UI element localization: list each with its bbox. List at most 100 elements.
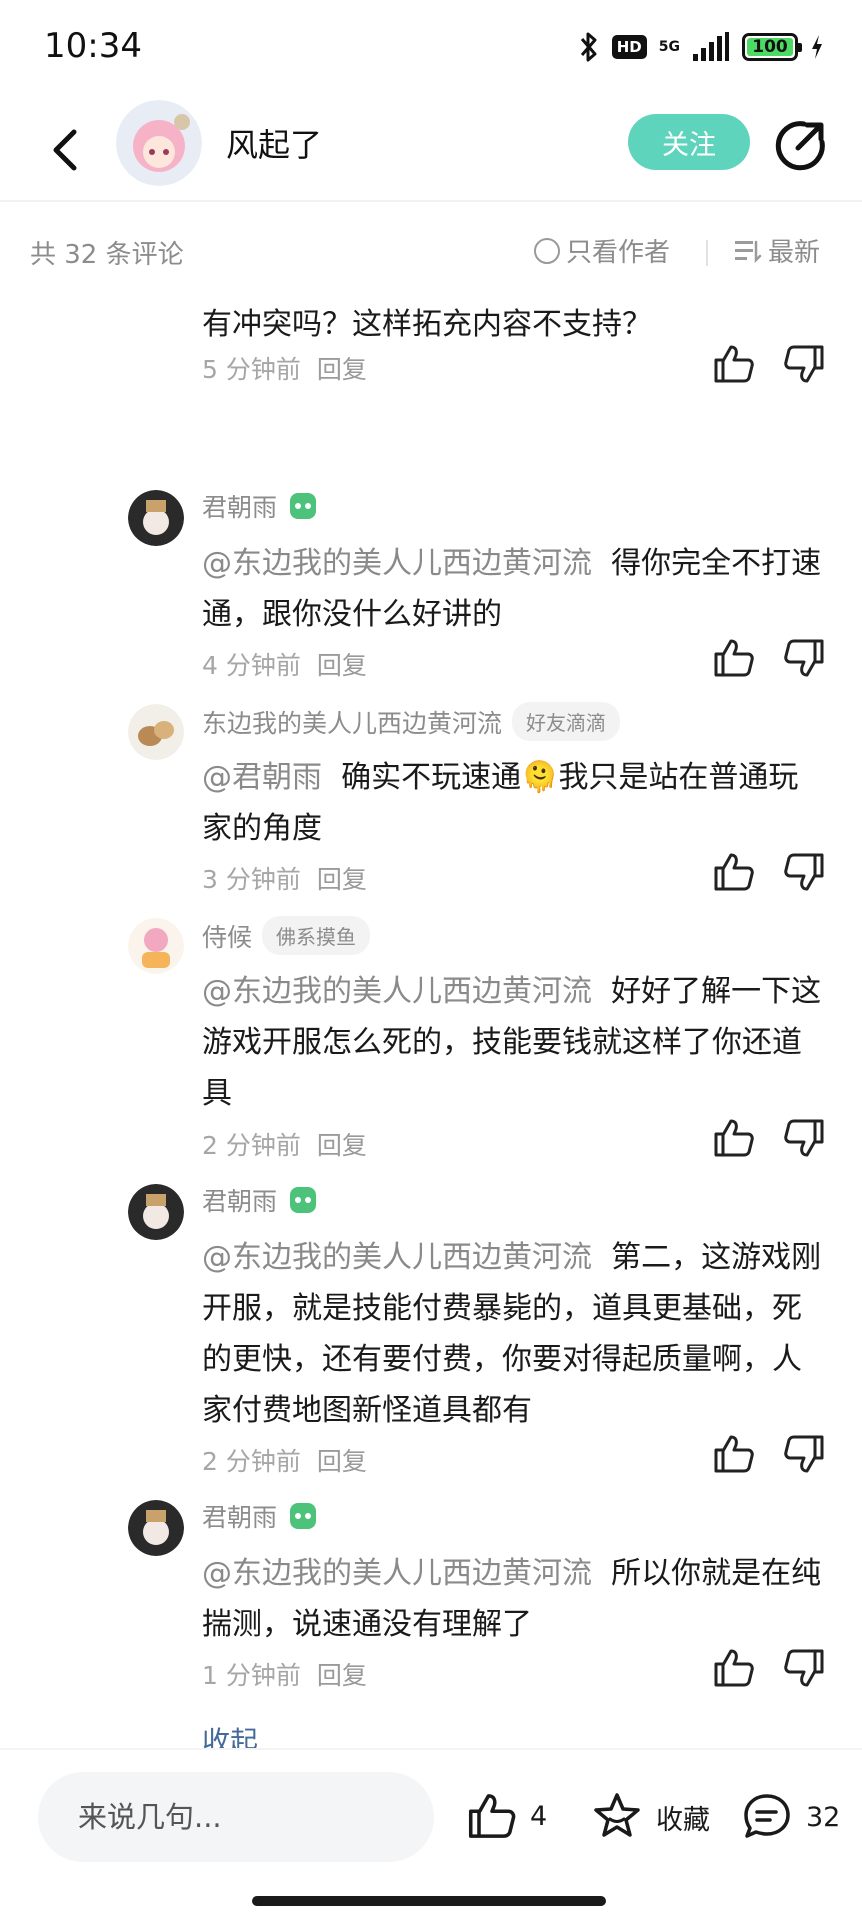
home-indicator[interactable] — [252, 1896, 606, 1906]
comment-bubble-icon — [744, 1794, 790, 1838]
mention-link[interactable]: @东边我的美人儿西边黄河流 — [202, 1556, 592, 1591]
comment-list: 本更新了，大量新道具新玩法更新，这和速通有冲突吗？这样拓充内容不支持？ 5 分钟… — [0, 290, 862, 1750]
thumb-up-icon — [714, 1435, 754, 1473]
comment-username[interactable]: 侍候 佛系摸鱼 — [202, 916, 371, 955]
comment-time: 3 分钟前 — [202, 865, 301, 894]
thumb-down-icon — [784, 345, 824, 383]
thumb-down-icon — [784, 1435, 824, 1473]
thumb-up-icon — [468, 1794, 516, 1838]
share-icon — [775, 121, 825, 171]
dislike-button[interactable] — [782, 850, 826, 894]
thumb-down-icon — [784, 639, 824, 677]
comment-meta: 4 分钟前 回复 — [202, 646, 367, 682]
reply-button[interactable]: 回复 — [317, 350, 367, 386]
emoji: 🫠 — [521, 760, 559, 795]
follow-button[interactable]: 关注 — [628, 114, 750, 170]
like-button[interactable] — [712, 1432, 756, 1476]
like-button[interactable] — [712, 636, 756, 680]
dislike-button[interactable] — [782, 1432, 826, 1476]
thumb-up-icon — [714, 639, 754, 677]
comment-meta: 5 分钟前 回复 — [202, 350, 367, 386]
collapse-button[interactable]: 收起 — [202, 1720, 258, 1750]
comments-button[interactable]: 32 — [740, 1790, 840, 1844]
charging-icon — [812, 35, 822, 59]
like-button[interactable] — [712, 1116, 756, 1160]
battery-level: 100 — [747, 38, 793, 56]
avatar[interactable] — [128, 1500, 184, 1556]
filter-divider — [706, 240, 708, 266]
mention-link[interactable]: @东边我的美人儿西边黄河流 — [202, 1240, 592, 1275]
share-button[interactable] — [774, 118, 828, 172]
dislike-button[interactable] — [782, 636, 826, 680]
comment-input[interactable] — [38, 1772, 434, 1862]
comment-time: 5 分钟前 — [202, 355, 301, 384]
dislike-button[interactable] — [782, 1116, 826, 1160]
mention-link[interactable]: @东边我的美人儿西边黄河流 — [202, 974, 592, 1009]
status-time: 10:34 — [44, 26, 142, 66]
like-button[interactable] — [712, 1646, 756, 1690]
comment-username[interactable]: 君朝雨 — [202, 1498, 319, 1534]
avatar[interactable] — [128, 1184, 184, 1240]
game-badge-icon — [290, 493, 317, 519]
author-only-label: 只看作者 — [566, 238, 671, 268]
avatar[interactable] — [128, 704, 184, 760]
author-name[interactable]: 风起了 — [226, 120, 322, 166]
comment-username[interactable]: 君朝雨 — [202, 1182, 319, 1218]
comment-text: @东边我的美人儿西边黄河流 好好了解一下这游戏开服怎么死的，技能要钱就这样了你还… — [202, 974, 822, 1111]
game-badge-icon — [290, 1187, 317, 1213]
radio-circle-icon — [534, 237, 560, 264]
like-button[interactable] — [712, 850, 756, 894]
reply-button[interactable]: 回复 — [317, 1656, 367, 1692]
dislike-button[interactable] — [782, 342, 826, 386]
comment-meta: 1 分钟前 回复 — [202, 1656, 367, 1692]
comment-meta: 2 分钟前 回复 — [202, 1442, 367, 1478]
thumb-down-icon — [784, 853, 824, 891]
reply-button[interactable]: 回复 — [317, 1442, 367, 1478]
author-only-toggle[interactable]: 只看作者 — [534, 232, 670, 269]
author-avatar[interactable] — [116, 100, 202, 186]
comment-username[interactable]: 东边我的美人儿西边黄河流 好友滴滴 — [202, 702, 621, 741]
comment-time: 2 分钟前 — [202, 1131, 301, 1160]
comment-filter-bar: 共 32 条评论 只看作者 最新 — [0, 230, 862, 280]
bluetooth-icon — [580, 32, 597, 62]
thumb-up-icon — [714, 345, 754, 383]
reply-button[interactable]: 回复 — [317, 860, 367, 896]
post-header: 风起了 关注 — [0, 100, 862, 200]
avatar[interactable] — [128, 490, 184, 546]
avatar[interactable] — [128, 918, 184, 974]
thumb-up-icon — [714, 853, 754, 891]
back-button[interactable] — [40, 122, 90, 178]
back-arrow-icon — [53, 129, 77, 171]
mention-link[interactable]: @东边我的美人儿西边黄河流 — [202, 546, 592, 581]
like-button[interactable] — [712, 342, 756, 386]
mention-link[interactable]: @君朝雨 — [202, 760, 322, 795]
comment-username[interactable]: 君朝雨 — [202, 488, 319, 524]
favorite-button[interactable]: 收藏 — [590, 1790, 710, 1844]
dislike-button[interactable] — [782, 1646, 826, 1690]
status-bar: 10:34 HD 5G 100 — [0, 0, 862, 100]
comment-text: 本更新了，大量新道具新玩法更新，这和速通有冲突吗？这样拓充内容不支持？ — [202, 290, 802, 342]
comment-meta: 3 分钟前 回复 — [202, 860, 367, 896]
hd-badge: HD — [611, 35, 647, 59]
reply-button[interactable]: 回复 — [317, 646, 367, 682]
comment-count: 共 32 条评论 — [30, 240, 184, 270]
signal-icon — [693, 32, 729, 61]
sort-button[interactable]: 最新 — [734, 232, 820, 269]
thumb-down-icon — [784, 1119, 824, 1157]
user-tag: 好友滴滴 — [512, 702, 621, 741]
comment-time: 4 分钟前 — [202, 651, 301, 680]
reply-button[interactable]: 回复 — [317, 1126, 367, 1162]
thumb-up-icon — [714, 1649, 754, 1687]
comment-text: @东边我的美人儿西边黄河流 第二，这游戏刚开服，就是技能付费暴毙的，道具更基础，… — [202, 1240, 822, 1428]
comment-time: 1 分钟前 — [202, 1661, 301, 1690]
comment-text: @君朝雨 确实不玩速通🫠我只是站在普通玩家的角度 — [202, 760, 799, 846]
comment-time: 2 分钟前 — [202, 1447, 301, 1476]
comment-meta: 2 分钟前 回复 — [202, 1126, 367, 1162]
thumb-down-icon — [784, 1649, 824, 1687]
user-tag: 佛系摸鱼 — [262, 916, 371, 955]
like-post-button[interactable]: 4 — [466, 1790, 547, 1842]
like-count: 4 — [530, 1800, 548, 1832]
sort-list-icon — [735, 240, 762, 263]
comment-text: @东边我的美人儿西边黄河流 所以你就是在纯揣测，说速通没有理解了 — [202, 1556, 822, 1642]
sort-label: 最新 — [768, 238, 821, 268]
